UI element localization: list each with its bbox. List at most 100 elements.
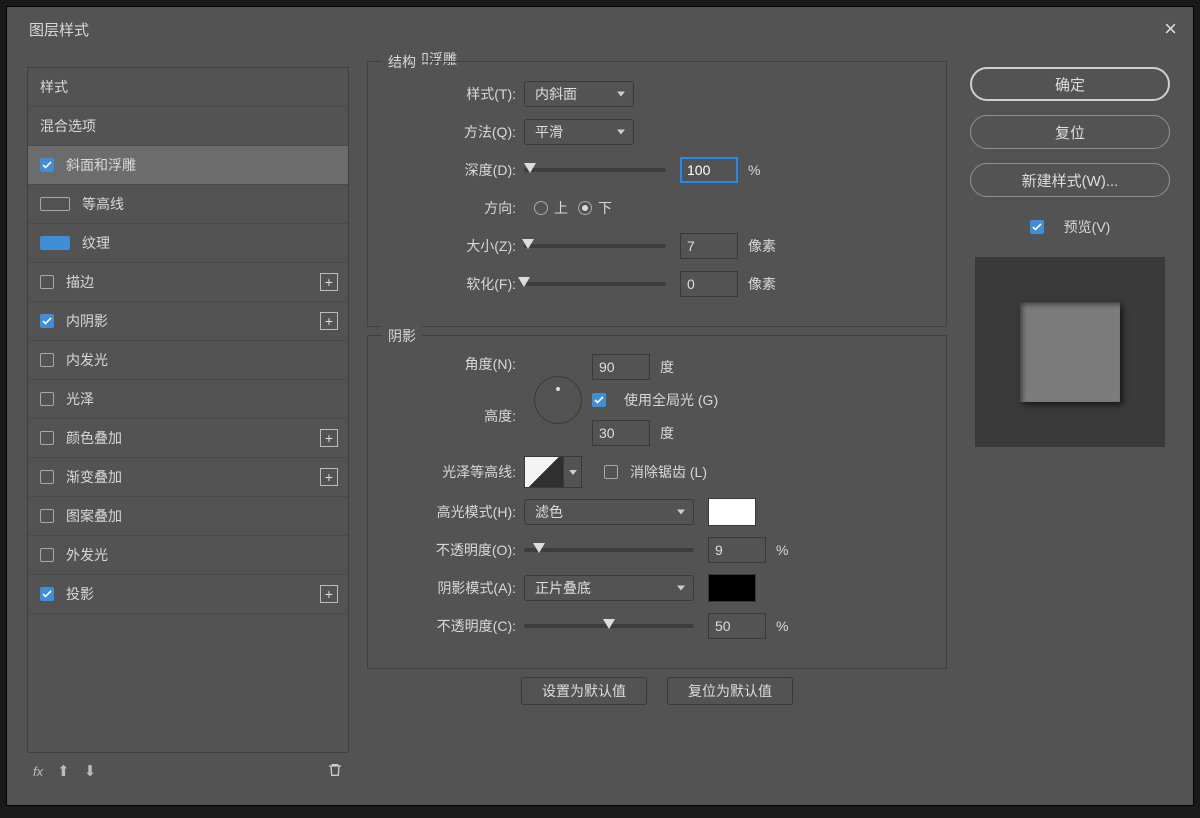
sidebar-item-1[interactable]: 等高线 <box>28 185 348 224</box>
add-effect-icon[interactable]: + <box>320 273 338 291</box>
sidebar-item-3[interactable]: 描边 + <box>28 263 348 302</box>
highlight-mode-label: 高光模式(H): <box>378 502 524 522</box>
angle-label: 角度(N): <box>378 354 524 374</box>
direction-down-radio[interactable] <box>578 201 592 215</box>
add-effect-icon[interactable]: + <box>320 585 338 603</box>
direction-down-label: 下 <box>598 198 612 218</box>
sidebar-item-label: 内发光 <box>66 350 108 370</box>
add-effect-icon[interactable]: + <box>320 312 338 330</box>
reset-default-button[interactable]: 复位为默认值 <box>667 677 793 705</box>
close-icon[interactable]: × <box>1164 16 1177 42</box>
antialias-label: 消除锯齿 (L) <box>630 462 707 482</box>
size-input[interactable] <box>680 233 738 259</box>
sidebar-header-blend[interactable]: 混合选项 <box>28 107 348 146</box>
sidebar-item-7[interactable]: 颜色叠加 + <box>28 419 348 458</box>
structure-label: 结构 <box>382 52 422 72</box>
new-style-button[interactable]: 新建样式(W)... <box>970 163 1170 197</box>
highlight-opacity-slider[interactable] <box>524 548 694 552</box>
effect-checkbox[interactable] <box>40 548 54 562</box>
sidebar-item-9[interactable]: 图案叠加 <box>28 497 348 536</box>
soften-slider[interactable] <box>524 282 666 286</box>
highlight-color-swatch[interactable] <box>708 498 756 526</box>
add-effect-icon[interactable]: + <box>320 429 338 447</box>
add-effect-icon[interactable]: + <box>320 468 338 486</box>
shadow-mode-select[interactable]: 正片叠底 <box>524 575 694 601</box>
sidebar-item-8[interactable]: 渐变叠加 + <box>28 458 348 497</box>
sidebar-header-label: 样式 <box>40 77 68 97</box>
effect-checkbox[interactable] <box>40 431 54 445</box>
move-down-icon[interactable]: ⬇ <box>84 762 97 780</box>
fx-menu-icon[interactable]: fx <box>33 764 43 779</box>
effect-checkbox[interactable] <box>40 275 54 289</box>
sidebar-item-11[interactable]: 投影 + <box>28 575 348 614</box>
preview-checkbox[interactable] <box>1030 220 1044 234</box>
shadow-opacity-input[interactable] <box>708 613 766 639</box>
shadow-color-swatch[interactable] <box>708 574 756 602</box>
trash-icon[interactable] <box>327 761 343 782</box>
highlight-opacity-input[interactable] <box>708 537 766 563</box>
shading-label: 阴影 <box>382 326 422 346</box>
action-panel: 确定 复位 新建样式(W)... 预览(V) <box>959 51 1193 799</box>
sidebar-item-4[interactable]: 内阴影 + <box>28 302 348 341</box>
gloss-contour-label: 光泽等高线: <box>378 462 524 482</box>
shading-group: 阴影 角度(N): 高度: 度 <box>367 335 947 669</box>
effect-checkbox[interactable] <box>40 314 54 328</box>
effect-checkbox[interactable] <box>40 353 54 367</box>
percent-unit: % <box>776 542 808 558</box>
shadow-opacity-label: 不透明度(C): <box>378 616 524 636</box>
percent-unit: % <box>776 618 808 634</box>
style-list: 样式 混合选项 斜面和浮雕等高线纹理描边 + 内阴影 + 内发光光泽颜色叠加 + 渐变叠加 +… <box>27 67 349 753</box>
size-slider[interactable] <box>524 244 666 248</box>
shadow-opacity-slider[interactable] <box>524 624 694 628</box>
gloss-contour-dropdown[interactable] <box>564 456 582 488</box>
depth-input[interactable] <box>680 157 738 183</box>
sidebar-item-5[interactable]: 内发光 <box>28 341 348 380</box>
sidebar-header-styles[interactable]: 样式 <box>28 68 348 107</box>
gloss-contour-swatch[interactable] <box>524 456 564 488</box>
soften-input[interactable] <box>680 271 738 297</box>
angle-dial[interactable] <box>534 376 582 424</box>
set-default-button[interactable]: 设置为默认值 <box>521 677 647 705</box>
move-up-icon[interactable]: ⬆ <box>57 762 70 780</box>
style-select[interactable]: 内斜面 <box>524 81 634 107</box>
sidebar-item-0[interactable]: 斜面和浮雕 <box>28 146 348 185</box>
highlight-mode-select[interactable]: 滤色 <box>524 499 694 525</box>
sidebar-item-2[interactable]: 纹理 <box>28 224 348 263</box>
layer-style-dialog: 图层样式 × 样式 混合选项 斜面和浮雕等高线纹理描边+内阴影+内发光光泽颜色叠… <box>6 6 1194 806</box>
bevel-group: 斜面和浮雕 结构 样式(T): 内斜面 方法(Q): 平滑 深度(D): <box>367 59 947 705</box>
structure-group: 结构 样式(T): 内斜面 方法(Q): 平滑 深度(D): % <box>367 61 947 327</box>
sidebar-footer: fx ⬆ ⬇ <box>27 753 349 789</box>
direction-up-radio[interactable] <box>534 201 548 215</box>
titlebar: 图层样式 × <box>7 7 1193 51</box>
effect-checkbox[interactable] <box>40 470 54 484</box>
ok-button[interactable]: 确定 <box>970 67 1170 101</box>
soften-label: 软化(F): <box>378 274 524 294</box>
antialias-checkbox[interactable] <box>604 465 618 479</box>
sidebar-item-6[interactable]: 光泽 <box>28 380 348 419</box>
depth-slider[interactable] <box>524 168 666 172</box>
shadow-mode-label: 阴影模式(A): <box>378 578 524 598</box>
sidebar-item-label: 斜面和浮雕 <box>66 155 136 175</box>
effect-checkbox[interactable] <box>40 158 54 172</box>
effect-checkbox[interactable] <box>40 509 54 523</box>
sidebar-item-label: 渐变叠加 <box>66 467 122 487</box>
global-light-checkbox[interactable] <box>592 393 606 407</box>
sidebar-item-label: 投影 <box>66 584 94 604</box>
size-label: 大小(Z): <box>378 236 524 256</box>
size-unit: 像素 <box>748 236 780 256</box>
sidebar-item-label: 描边 <box>66 272 94 292</box>
effect-checkbox[interactable] <box>40 392 54 406</box>
altitude-unit: 度 <box>660 423 692 443</box>
preview-thumbnail <box>975 257 1165 447</box>
sidebar-item-label: 颜色叠加 <box>66 428 122 448</box>
sidebar-panel: 样式 混合选项 斜面和浮雕等高线纹理描边 + 内阴影 + 内发光光泽颜色叠加 + 渐变叠加 +… <box>7 51 361 799</box>
sidebar-item-label: 内阴影 <box>66 311 108 331</box>
altitude-input[interactable] <box>592 420 650 446</box>
sidebar-item-10[interactable]: 外发光 <box>28 536 348 575</box>
angle-input[interactable] <box>592 354 650 380</box>
cancel-button[interactable]: 复位 <box>970 115 1170 149</box>
effect-checkbox[interactable] <box>40 236 70 250</box>
method-select[interactable]: 平滑 <box>524 119 634 145</box>
effect-checkbox[interactable] <box>40 587 54 601</box>
effect-checkbox[interactable] <box>40 197 70 211</box>
